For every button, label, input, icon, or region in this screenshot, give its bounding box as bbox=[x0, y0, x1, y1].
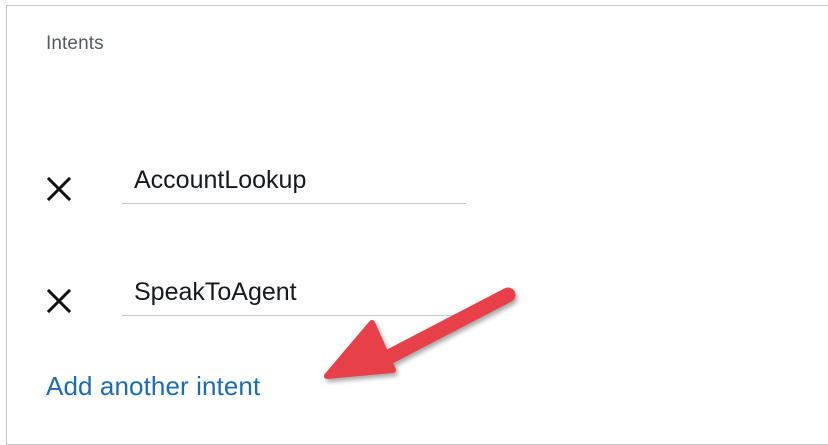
intent-name-field[interactable] bbox=[122, 158, 466, 204]
add-another-intent-link[interactable]: Add another intent bbox=[46, 371, 260, 402]
intents-section-label: Intents bbox=[46, 33, 104, 54]
intent-row bbox=[0, 150, 520, 210]
close-icon bbox=[46, 288, 72, 314]
remove-intent-button[interactable] bbox=[44, 286, 74, 316]
intent-row bbox=[0, 262, 520, 322]
close-icon bbox=[46, 176, 72, 202]
remove-intent-button[interactable] bbox=[44, 174, 74, 204]
intent-name-field[interactable] bbox=[122, 270, 466, 316]
